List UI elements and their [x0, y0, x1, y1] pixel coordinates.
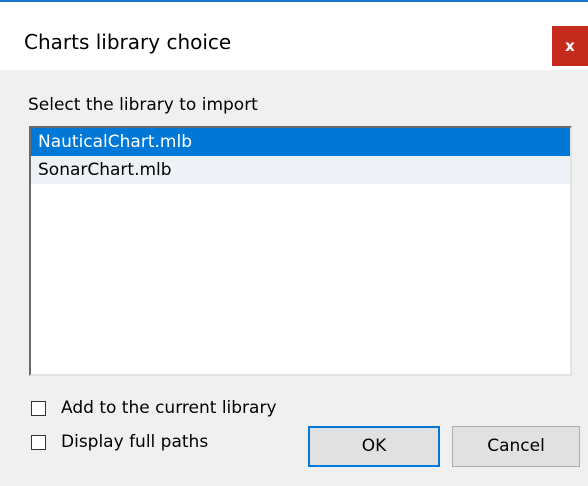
- display-full-paths-label: Display full paths: [61, 432, 209, 452]
- add-to-current-option[interactable]: Add to the current library: [31, 396, 277, 420]
- add-to-current-checkbox[interactable]: [31, 400, 46, 416]
- charts-library-dialog: Charts library choice x Select the libra…: [0, 0, 588, 486]
- ok-button[interactable]: OK: [308, 426, 440, 467]
- close-button[interactable]: x: [552, 26, 588, 66]
- cancel-button[interactable]: Cancel: [452, 426, 580, 467]
- select-library-label: Select the library to import: [28, 95, 258, 115]
- title-bar[interactable]: Charts library choice x: [0, 0, 588, 70]
- display-full-paths-checkbox[interactable]: [31, 434, 46, 450]
- display-full-paths-option[interactable]: Display full paths: [31, 430, 208, 454]
- close-icon: x: [565, 37, 575, 55]
- list-item-sonarchart[interactable]: SonarChart.mlb: [31, 156, 570, 184]
- window-title: Charts library choice: [24, 30, 232, 54]
- library-listbox[interactable]: NauticalChart.mlb SonarChart.mlb: [29, 126, 572, 376]
- list-item-nauticalchart[interactable]: NauticalChart.mlb: [31, 128, 570, 156]
- add-to-current-label: Add to the current library: [61, 398, 277, 418]
